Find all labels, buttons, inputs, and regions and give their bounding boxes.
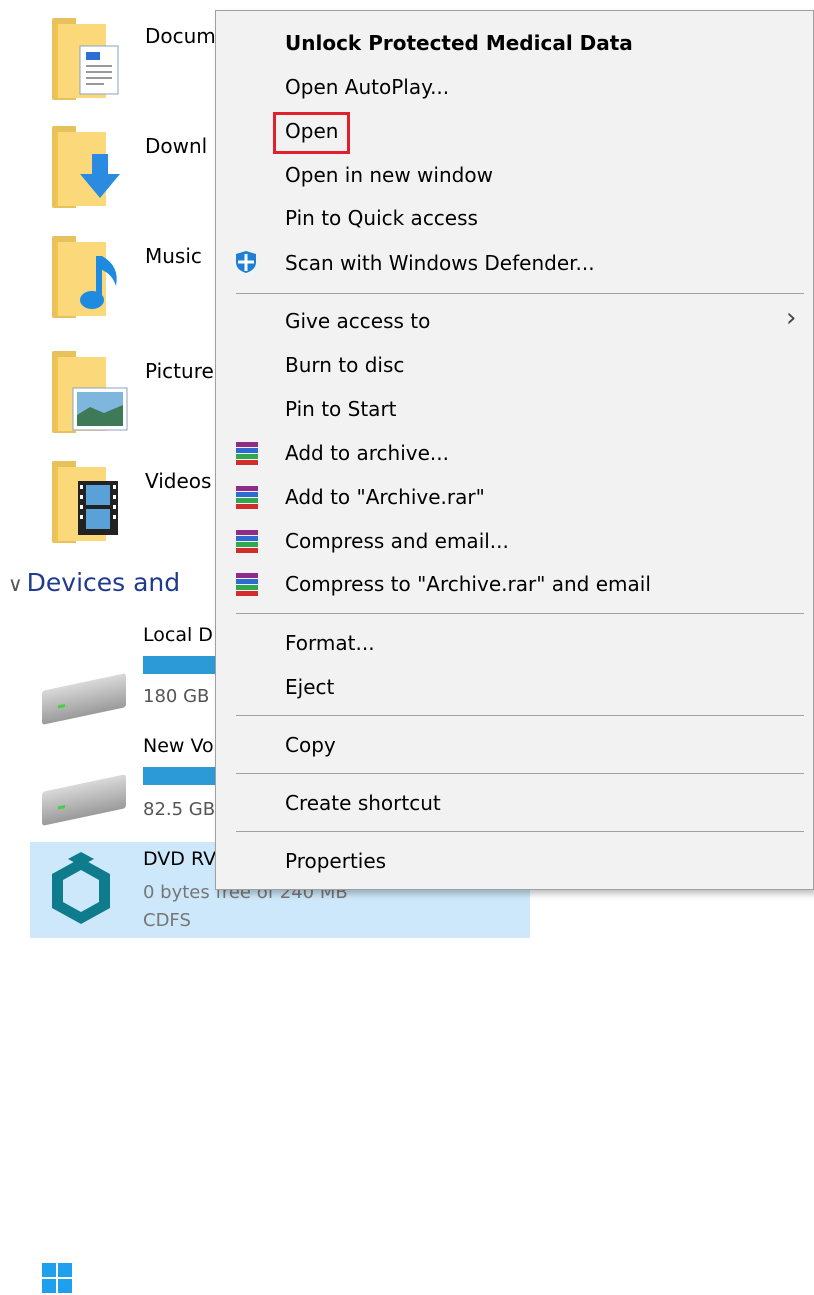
menu-item-add-to-archive[interactable]: Add to archive...: [285, 441, 449, 465]
drive-size: 82.5 GB: [143, 799, 216, 820]
folder-music[interactable]: Music: [0, 230, 230, 342]
hard-drive-icon: [42, 673, 126, 725]
drive-filesystem: CDFS: [143, 910, 191, 931]
folder-label: Videos: [145, 469, 212, 493]
menu-separator: [236, 773, 804, 774]
menu-item-eject[interactable]: Eject: [285, 675, 334, 699]
folder-downloads[interactable]: Downl: [0, 120, 230, 232]
menu-item-properties[interactable]: Properties: [285, 849, 386, 873]
pictures-folder-icon: [52, 351, 128, 433]
menu-separator: [236, 715, 804, 716]
videos-folder-icon: [52, 461, 128, 543]
menu-item-open-autoplay[interactable]: Open AutoPlay...: [285, 75, 449, 99]
menu-item-pin-to-start[interactable]: Pin to Start: [285, 397, 397, 421]
menu-item-copy[interactable]: Copy: [285, 733, 336, 757]
menu-item-compress-and-email[interactable]: Compress and email...: [285, 529, 509, 553]
menu-item-burn-to-disc[interactable]: Burn to disc: [285, 353, 404, 377]
winrar-icon: [234, 529, 260, 555]
menu-separator: [236, 831, 804, 832]
chevron-down-icon: ∨: [8, 572, 23, 596]
folder-label: Picture: [145, 359, 214, 383]
documents-folder-icon: [52, 18, 128, 100]
drive-local-disk[interactable]: Local D 180 GB: [0, 620, 233, 1293]
menu-separator: [236, 613, 804, 614]
windows-defender-icon: [236, 251, 256, 273]
winrar-icon: [234, 485, 260, 511]
folder-label: Docum: [145, 24, 216, 48]
menu-item-give-access-to[interactable]: Give access to: [285, 309, 430, 333]
downloads-folder-icon: [52, 126, 128, 208]
devices-section-header[interactable]: ∨ Devices and: [8, 568, 180, 597]
folder-label: Downl: [145, 134, 208, 158]
folder-documents[interactable]: Docum: [0, 10, 230, 122]
folder-videos[interactable]: Videos: [0, 455, 230, 567]
drive-label: DVD RV: [143, 848, 217, 870]
folder-pictures[interactable]: Picture: [0, 345, 230, 457]
drive-new-volume[interactable]: New Vo 82.5 GB: [0, 735, 233, 835]
hard-drive-icon: [42, 774, 126, 826]
menu-item-open-in-new-window[interactable]: Open in new window: [285, 163, 493, 187]
music-folder-icon: [52, 236, 128, 318]
winrar-icon: [234, 441, 260, 467]
menu-separator: [236, 293, 804, 294]
section-title: Devices and: [26, 568, 181, 597]
menu-item-pin-to-quick-access[interactable]: Pin to Quick access: [285, 206, 478, 230]
open-highlight-box: [273, 112, 350, 154]
menu-item-create-shortcut[interactable]: Create shortcut: [285, 791, 441, 815]
submenu-arrow-icon: ›: [786, 303, 797, 333]
drive-size: 180 GB: [143, 686, 210, 707]
menu-item-format[interactable]: Format...: [285, 631, 375, 655]
menu-item-add-to-archive-rar[interactable]: Add to "Archive.rar": [285, 485, 485, 509]
menu-item-unlock-protected-medical-data[interactable]: Unlock Protected Medical Data: [285, 31, 633, 55]
drive-label: Local D: [143, 624, 213, 646]
menu-item-scan-with-windows-defender[interactable]: Scan with Windows Defender...: [285, 251, 595, 275]
dvd-drive-icon: [52, 852, 110, 924]
menu-item-compress-to-archive-rar-and-email[interactable]: Compress to "Archive.rar" and email: [285, 572, 651, 596]
winrar-icon: [234, 572, 260, 598]
drive-label: New Vo: [143, 735, 214, 757]
folder-label: Music: [145, 244, 202, 268]
windows-logo-icon: [42, 1263, 74, 1295]
